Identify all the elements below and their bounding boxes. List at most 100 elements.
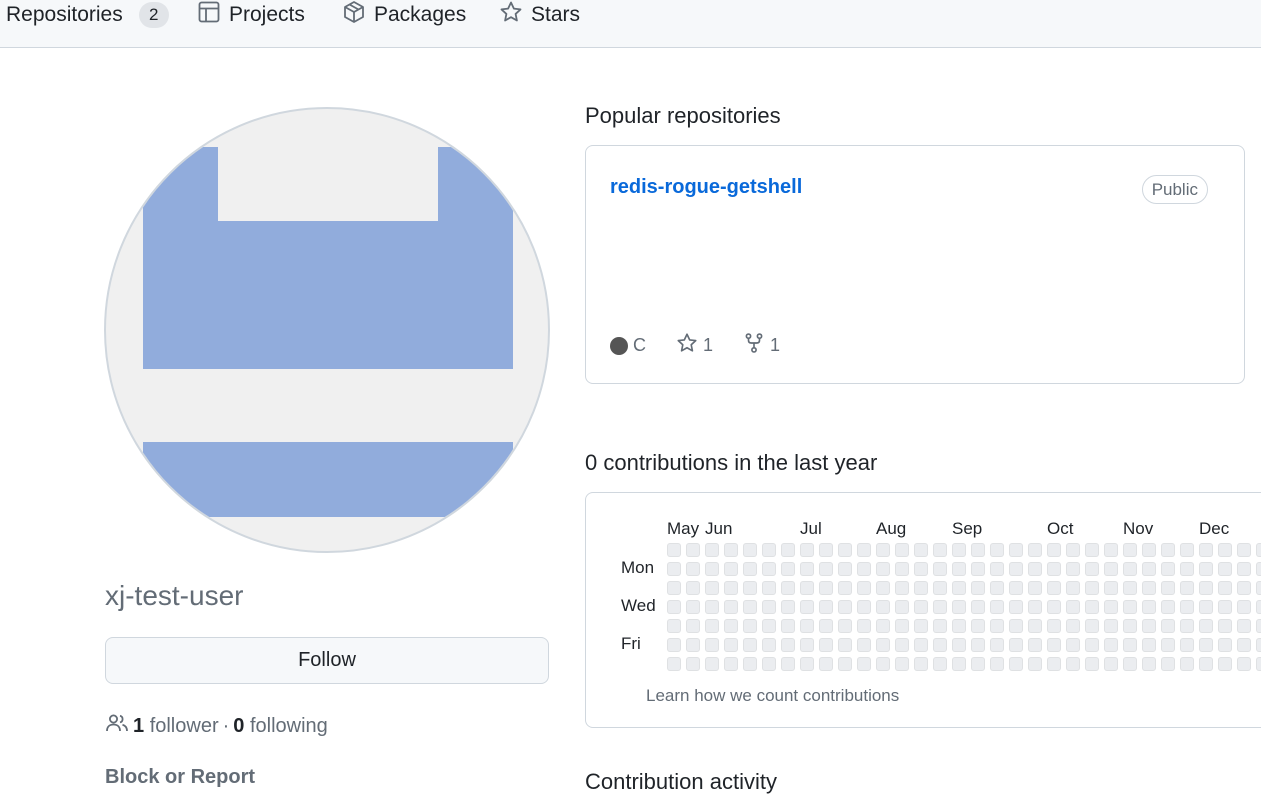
contribution-day-cell[interactable] <box>667 600 681 614</box>
contribution-day-cell[interactable] <box>876 581 890 595</box>
contribution-day-cell[interactable] <box>1142 562 1156 576</box>
contribution-day-cell[interactable] <box>895 600 909 614</box>
contribution-day-cell[interactable] <box>724 600 738 614</box>
contribution-day-cell[interactable] <box>914 543 928 557</box>
contribution-day-cell[interactable] <box>743 657 757 671</box>
contribution-day-cell[interactable] <box>1161 543 1175 557</box>
contribution-day-cell[interactable] <box>857 543 871 557</box>
contribution-day-cell[interactable] <box>1028 562 1042 576</box>
contribution-day-cell[interactable] <box>819 600 833 614</box>
contribution-day-cell[interactable] <box>705 600 719 614</box>
contribution-day-cell[interactable] <box>1218 600 1232 614</box>
contribution-day-cell[interactable] <box>667 619 681 633</box>
contribution-day-cell[interactable] <box>1028 657 1042 671</box>
contribution-day-cell[interactable] <box>971 562 985 576</box>
contribution-day-cell[interactable] <box>990 543 1004 557</box>
contribution-day-cell[interactable] <box>1009 600 1023 614</box>
contribution-day-cell[interactable] <box>800 581 814 595</box>
contribution-day-cell[interactable] <box>743 581 757 595</box>
contribution-day-cell[interactable] <box>952 562 966 576</box>
contribution-day-cell[interactable] <box>686 600 700 614</box>
contribution-day-cell[interactable] <box>1123 638 1137 652</box>
contribution-day-cell[interactable] <box>1085 543 1099 557</box>
contribution-day-cell[interactable] <box>990 600 1004 614</box>
contribution-day-cell[interactable] <box>990 562 1004 576</box>
contribution-day-cell[interactable] <box>1199 619 1213 633</box>
contribution-day-cell[interactable] <box>1028 543 1042 557</box>
contribution-day-cell[interactable] <box>876 562 890 576</box>
contribution-day-cell[interactable] <box>857 619 871 633</box>
contribution-day-cell[interactable] <box>1009 657 1023 671</box>
contribution-day-cell[interactable] <box>1066 543 1080 557</box>
contribution-day-cell[interactable] <box>1028 600 1042 614</box>
contribution-day-cell[interactable] <box>914 657 928 671</box>
contribution-day-cell[interactable] <box>1161 638 1175 652</box>
contribution-day-cell[interactable] <box>971 600 985 614</box>
repo-name-link[interactable]: redis-rogue-getshell <box>610 176 802 199</box>
contribution-day-cell[interactable] <box>1256 657 1261 671</box>
repo-forks-link[interactable]: 1 <box>743 332 780 359</box>
contribution-day-cell[interactable] <box>1047 638 1061 652</box>
contribution-day-cell[interactable] <box>1218 543 1232 557</box>
contribution-day-cell[interactable] <box>705 581 719 595</box>
contribution-day-cell[interactable] <box>952 638 966 652</box>
contribution-day-cell[interactable] <box>781 581 795 595</box>
contribution-day-cell[interactable] <box>686 562 700 576</box>
contribution-day-cell[interactable] <box>1047 619 1061 633</box>
contribution-day-cell[interactable] <box>1161 619 1175 633</box>
contribution-day-cell[interactable] <box>724 562 738 576</box>
contribution-day-cell[interactable] <box>971 638 985 652</box>
contribution-day-cell[interactable] <box>838 619 852 633</box>
contribution-day-cell[interactable] <box>1199 543 1213 557</box>
tab-stars[interactable]: Stars <box>499 0 580 30</box>
contribution-day-cell[interactable] <box>1180 562 1194 576</box>
contribution-day-cell[interactable] <box>952 657 966 671</box>
contribution-day-cell[interactable] <box>895 543 909 557</box>
contribution-day-cell[interactable] <box>914 638 928 652</box>
contribution-day-cell[interactable] <box>705 543 719 557</box>
contribution-day-cell[interactable] <box>1142 638 1156 652</box>
contribution-day-cell[interactable] <box>1161 600 1175 614</box>
contribution-day-cell[interactable] <box>800 562 814 576</box>
contribution-day-cell[interactable] <box>857 638 871 652</box>
contribution-day-cell[interactable] <box>857 600 871 614</box>
contribution-day-cell[interactable] <box>800 600 814 614</box>
contribution-day-cell[interactable] <box>1199 600 1213 614</box>
contribution-day-cell[interactable] <box>686 619 700 633</box>
contribution-day-cell[interactable] <box>1085 562 1099 576</box>
contribution-day-cell[interactable] <box>743 600 757 614</box>
contribution-day-cell[interactable] <box>1256 600 1261 614</box>
contribution-day-cell[interactable] <box>1009 638 1023 652</box>
contribution-day-cell[interactable] <box>1066 581 1080 595</box>
contribution-day-cell[interactable] <box>781 657 795 671</box>
contribution-day-cell[interactable] <box>914 600 928 614</box>
contribution-day-cell[interactable] <box>1142 619 1156 633</box>
contribution-day-cell[interactable] <box>857 562 871 576</box>
contribution-day-cell[interactable] <box>1218 562 1232 576</box>
contribution-day-cell[interactable] <box>800 638 814 652</box>
contribution-day-cell[interactable] <box>1218 638 1232 652</box>
contribution-day-cell[interactable] <box>1237 543 1251 557</box>
contribution-day-cell[interactable] <box>857 581 871 595</box>
contribution-day-cell[interactable] <box>933 600 947 614</box>
contribution-day-cell[interactable] <box>1180 619 1194 633</box>
contribution-day-cell[interactable] <box>876 600 890 614</box>
contribution-day-cell[interactable] <box>800 619 814 633</box>
contribution-day-cell[interactable] <box>743 562 757 576</box>
contribution-day-cell[interactable] <box>1028 581 1042 595</box>
contribution-day-cell[interactable] <box>838 638 852 652</box>
contribution-day-cell[interactable] <box>990 638 1004 652</box>
contribution-day-cell[interactable] <box>1123 657 1137 671</box>
contribution-day-cell[interactable] <box>876 619 890 633</box>
contribution-day-cell[interactable] <box>933 619 947 633</box>
contribution-day-cell[interactable] <box>781 543 795 557</box>
contribution-day-cell[interactable] <box>1047 657 1061 671</box>
contribution-day-cell[interactable] <box>1237 562 1251 576</box>
contribution-day-cell[interactable] <box>762 638 776 652</box>
contribution-day-cell[interactable] <box>1256 581 1261 595</box>
contribution-day-cell[interactable] <box>1218 657 1232 671</box>
contribution-day-cell[interactable] <box>819 638 833 652</box>
contribution-day-cell[interactable] <box>724 638 738 652</box>
contribution-day-cell[interactable] <box>1104 562 1118 576</box>
contribution-day-cell[interactable] <box>895 562 909 576</box>
